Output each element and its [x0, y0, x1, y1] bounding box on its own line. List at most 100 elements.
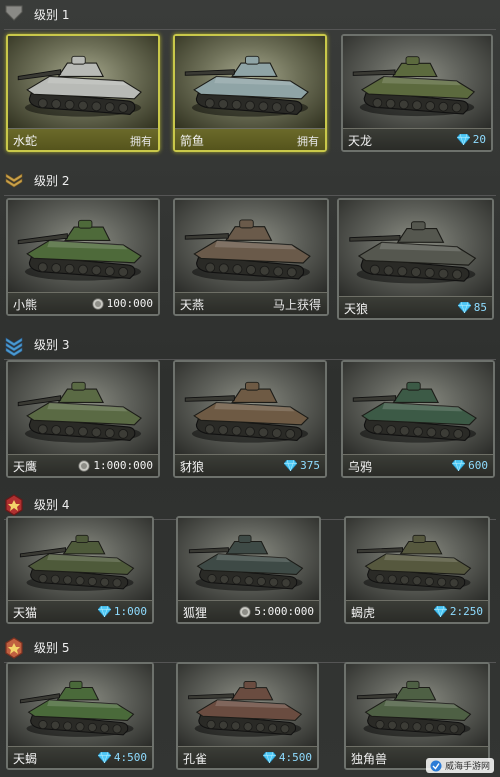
diamond-icon	[457, 302, 471, 313]
tank-info-bar: 天狼 85	[339, 296, 492, 318]
tank-card[interactable]: 天鹰 1:000:000	[6, 360, 160, 478]
tank-name: 天狼	[344, 302, 369, 316]
tank-name: 箭鱼	[180, 134, 205, 148]
tier-label: 级别 1	[34, 8, 70, 22]
tank-card[interactable]: 天狼 85	[337, 198, 494, 320]
tank-card[interactable]: 小熊 100:000	[6, 198, 160, 316]
tank-card[interactable]: 天猫 1:000	[6, 516, 154, 624]
tank-info-bar: 天龙 20	[343, 128, 491, 150]
tank-image	[352, 56, 476, 117]
tank-image	[184, 219, 311, 282]
price-value: 1:000:000	[93, 459, 153, 472]
price-value: 375	[300, 459, 320, 472]
tier-section: 级别 5	[0, 633, 500, 663]
tank-image	[17, 381, 142, 443]
tier-rank-icon	[5, 494, 23, 516]
tank-info-bar: 天蝎 4:500	[8, 746, 152, 768]
price-value: 600	[468, 459, 488, 472]
tank-art	[8, 36, 158, 128]
tank-image	[348, 221, 476, 284]
tank-card[interactable]: 天燕 马上获得	[173, 198, 329, 316]
tank-image	[356, 534, 472, 591]
tank-name: 天蝎	[13, 752, 38, 766]
price-value: 5:000:000	[254, 605, 314, 618]
price-value: 2:250	[449, 605, 483, 618]
tank-price: 600	[452, 459, 488, 472]
tank-info-bar: 蝎虎 2:250	[346, 600, 488, 622]
tank-name: 独角兽	[351, 752, 388, 766]
tier-rank-icon	[5, 5, 23, 21]
tier-header: 级别 5	[0, 633, 500, 663]
tank-art	[343, 36, 491, 128]
tank-info-bar: 豺狼 375	[175, 454, 325, 476]
tier-header: 级别 1	[0, 0, 500, 30]
tier-label: 级别 2	[34, 174, 70, 188]
tank-art	[343, 362, 493, 454]
tier-section: 级别 2	[0, 166, 500, 196]
tank-info-bar: 小熊 100:000	[8, 292, 158, 314]
tier-rank-icon	[5, 337, 23, 356]
tank-info-bar: 狐狸 5:000:000	[178, 600, 319, 622]
tank-info-bar: 水蛇 拥有	[8, 128, 158, 150]
tank-art	[339, 200, 492, 296]
tank-price: 5:000:000	[239, 605, 314, 618]
tank-image	[184, 55, 309, 117]
tier-rank-icon	[5, 637, 23, 659]
tier-label: 级别 5	[34, 641, 70, 655]
tank-info-bar: 孔雀 4:500	[178, 746, 317, 768]
tier-section: 级别 1	[0, 0, 500, 30]
tank-name: 乌鸦	[348, 460, 373, 474]
tank-info-bar: 天猫 1:000	[8, 600, 152, 622]
tier-rank-icon	[5, 173, 23, 188]
tank-price: 1:000	[97, 605, 147, 618]
silver-coin-icon	[91, 297, 104, 310]
tier-divider	[4, 29, 496, 30]
tank-price: 4:500	[97, 751, 147, 764]
tank-name: 天燕	[180, 298, 205, 312]
diamond-icon	[433, 606, 447, 617]
tank-image	[19, 534, 135, 591]
tank-art	[346, 664, 488, 746]
tank-name: 天猫	[13, 606, 38, 620]
silver-coin-icon	[239, 605, 252, 618]
tank-card[interactable]: 蝎虎 2:250	[344, 516, 490, 624]
tank-price: 2:250	[433, 605, 483, 618]
tank-card[interactable]: 独角兽	[344, 662, 490, 770]
tank-price: 85	[457, 301, 487, 314]
tier-divider	[4, 195, 496, 196]
tank-card[interactable]: 豺狼 375	[173, 360, 327, 478]
tank-card[interactable]: 天龙 20	[341, 34, 493, 152]
diamond-icon	[262, 752, 276, 763]
tier-header: 级别 2	[0, 166, 500, 196]
tank-status: 马上获得	[272, 298, 321, 312]
watermark-logo: 威海手游网	[425, 758, 494, 773]
diamond-icon	[97, 606, 111, 617]
tank-price: 1:000:000	[78, 459, 153, 472]
tank-name: 天龙	[348, 134, 373, 148]
silver-coin-icon	[78, 459, 91, 472]
tank-card[interactable]: 水蛇 拥有	[6, 34, 160, 152]
tank-card[interactable]: 孔雀 4:500	[176, 662, 319, 770]
diamond-icon	[284, 460, 298, 471]
tank-name: 蝎虎	[351, 606, 376, 620]
tank-card[interactable]: 箭鱼 拥有	[173, 34, 327, 152]
tank-card[interactable]: 乌鸦 600	[341, 360, 495, 478]
tank-info-bar: 箭鱼 拥有	[175, 128, 325, 150]
tank-image	[187, 681, 302, 737]
tier-header: 级别 3	[0, 330, 500, 360]
tank-card[interactable]: 天蝎 4:500	[6, 662, 154, 770]
price-value: 4:500	[278, 751, 312, 764]
tank-art	[175, 362, 325, 454]
tank-card[interactable]: 狐狸 5:000:000	[176, 516, 321, 624]
tank-art	[178, 518, 319, 600]
tank-art	[8, 200, 158, 292]
tank-art	[8, 518, 152, 600]
price-value: 1:000	[113, 605, 147, 618]
tank-name: 狐狸	[183, 606, 208, 620]
tier-label: 级别 3	[34, 338, 70, 352]
tank-name: 豺狼	[180, 460, 205, 474]
tank-image	[17, 219, 142, 281]
price-value: 100:000	[106, 297, 153, 310]
watermark-icon	[430, 760, 442, 771]
watermark-text: 威海手游网	[444, 762, 490, 772]
